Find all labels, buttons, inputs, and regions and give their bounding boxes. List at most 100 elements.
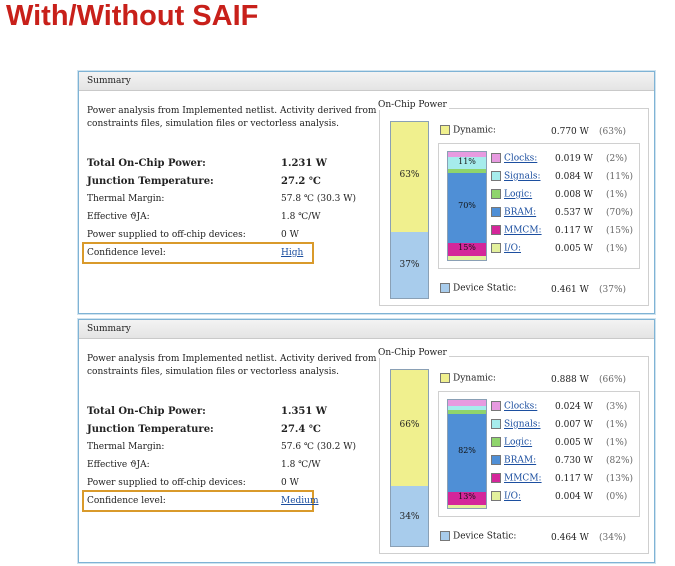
clocks-value: 0.024 W — [555, 402, 593, 412]
junction-temp-value: 27.4 ℃ — [281, 424, 321, 435]
bram-value: 0.537 W — [555, 208, 593, 218]
confidence-level-label: Confidence level: — [87, 496, 166, 506]
mmcm-segment: 13% — [448, 492, 486, 505]
signals-link[interactable]: Signals: — [504, 172, 541, 182]
logic-legend[interactable]: Logic: — [491, 189, 532, 200]
mmcm-seg-pct: 13% — [458, 492, 476, 501]
io-link[interactable]: I/O: — [504, 244, 521, 254]
confidence-level-link[interactable]: Medium — [281, 496, 319, 506]
theta-ja-value: 1.8 ℃/W — [281, 460, 321, 470]
total-power-value: 1.231 W — [281, 158, 328, 169]
static-value: 0.461 W — [551, 285, 589, 295]
thermal-margin-label: Thermal Margin: — [87, 194, 165, 204]
offchip-power-label: Power supplied to off-chip devices: — [87, 478, 246, 488]
io-value: 0.005 W — [555, 244, 593, 254]
logic-pct: (1%) — [606, 190, 628, 200]
logic-value: 0.008 W — [555, 190, 593, 200]
io-legend[interactable]: I/O: — [491, 243, 521, 254]
signals-link[interactable]: Signals: — [504, 420, 541, 430]
mmcm-seg-pct: 15% — [458, 243, 476, 252]
io-swatch — [491, 243, 501, 253]
clocks-legend[interactable]: Clocks: — [491, 153, 537, 164]
logic-swatch — [491, 437, 501, 447]
static-label: Device Static: — [453, 283, 517, 294]
mmcm-legend[interactable]: MMCM: — [491, 473, 542, 484]
clocks-value: 0.019 W — [555, 154, 593, 164]
dynamic-value: 0.888 W — [551, 375, 589, 385]
mmcm-link[interactable]: MMCM: — [504, 474, 542, 484]
bram-segment: 70% — [448, 173, 486, 243]
bram-pct: (82%) — [606, 456, 634, 466]
bram-legend[interactable]: BRAM: — [491, 455, 536, 466]
clocks-swatch — [491, 401, 501, 411]
bram-seg-pct: 82% — [458, 446, 476, 455]
offchip-power-label: Power supplied to off-chip devices: — [87, 230, 246, 240]
bram-link[interactable]: BRAM: — [504, 456, 536, 466]
mmcm-legend[interactable]: MMCM: — [491, 225, 542, 236]
mmcm-pct: (13%) — [606, 474, 634, 484]
chart-title: On-Chip Power — [376, 100, 449, 110]
signals-swatch — [491, 419, 501, 429]
dynamic-breakdown-bar: 82% 13% — [447, 399, 487, 509]
static-pct: (34%) — [599, 533, 627, 543]
clocks-pct: (2%) — [606, 154, 628, 164]
static-value: 0.464 W — [551, 533, 589, 543]
dynamic-breakdown-bar: 11% 70% 15% — [447, 151, 487, 261]
dynamic-swatch — [440, 125, 450, 135]
signals-legend[interactable]: Signals: — [491, 171, 541, 182]
onchip-power-chart: On-Chip Power 63% 37% Dynamic: 0.770 W (… — [376, 100, 649, 306]
logic-link[interactable]: Logic: — [504, 438, 532, 448]
signals-pct: (1%) — [606, 420, 628, 430]
bram-swatch — [491, 455, 501, 465]
clocks-legend[interactable]: Clocks: — [491, 401, 537, 412]
clocks-link[interactable]: Clocks: — [504, 154, 537, 164]
signals-legend[interactable]: Signals: — [491, 419, 541, 430]
mmcm-pct: (15%) — [606, 226, 634, 236]
io-link[interactable]: I/O: — [504, 492, 521, 502]
total-power-bar: 66% 34% — [390, 369, 429, 547]
static-segment: 37% — [391, 232, 428, 298]
dynamic-segment-pct: 63% — [399, 170, 420, 180]
dynamic-legend: Dynamic: — [440, 373, 496, 384]
dynamic-pct: (66%) — [599, 375, 627, 385]
offchip-power-value: 0 W — [281, 230, 299, 240]
confidence-level-link[interactable]: High — [281, 248, 303, 258]
slide-title: With/Without SAIF — [6, 0, 259, 32]
theta-ja-value: 1.8 ℃/W — [281, 212, 321, 222]
clocks-link[interactable]: Clocks: — [504, 402, 537, 412]
chart-title: On-Chip Power — [376, 348, 449, 358]
mmcm-value: 0.117 W — [555, 474, 593, 484]
logic-pct: (1%) — [606, 438, 628, 448]
theta-ja-label: Effective ϑJA: — [87, 460, 150, 470]
io-legend[interactable]: I/O: — [491, 491, 521, 502]
thermal-margin-value: 57.8 ℃ (30.3 W) — [281, 194, 357, 204]
dynamic-segment-pct: 66% — [399, 420, 420, 430]
io-swatch — [491, 491, 501, 501]
summary-panel-with-saif: Summary Power analysis from Implemented … — [78, 71, 655, 314]
logic-link[interactable]: Logic: — [504, 190, 532, 200]
mmcm-swatch — [491, 225, 501, 235]
theta-ja-label: Effective ϑJA: — [87, 212, 150, 222]
static-legend: Device Static: — [440, 283, 516, 294]
panel-header: Summary — [79, 320, 654, 339]
static-segment-pct: 34% — [399, 512, 420, 522]
dynamic-legend: Dynamic: — [440, 125, 496, 136]
static-label: Device Static: — [453, 531, 517, 542]
mmcm-segment: 15% — [448, 243, 486, 256]
dynamic-segment: 66% — [391, 370, 428, 486]
clocks-swatch — [491, 153, 501, 163]
dynamic-pct: (63%) — [599, 127, 627, 137]
total-power-label: Total On-Chip Power: — [87, 406, 206, 417]
logic-legend[interactable]: Logic: — [491, 437, 532, 448]
onchip-power-chart: On-Chip Power 66% 34% Dynamic: 0.888 W (… — [376, 348, 649, 554]
signals-pct: (11%) — [606, 172, 634, 182]
bram-legend[interactable]: BRAM: — [491, 207, 536, 218]
mmcm-value: 0.117 W — [555, 226, 593, 236]
signals-value: 0.084 W — [555, 172, 593, 182]
description-text: Power analysis from Implemented netlist.… — [87, 354, 377, 377]
mmcm-link[interactable]: MMCM: — [504, 226, 542, 236]
summary-panel-without-saif: Summary Power analysis from Implemented … — [78, 319, 655, 563]
io-pct: (0%) — [606, 492, 628, 502]
bram-link[interactable]: BRAM: — [504, 208, 536, 218]
signals-seg-pct: 11% — [458, 157, 476, 166]
